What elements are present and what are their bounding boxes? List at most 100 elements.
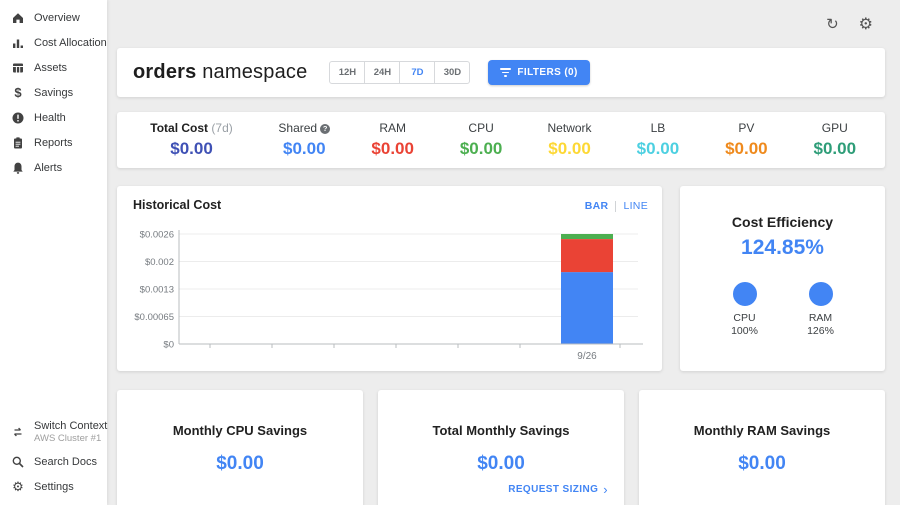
stat-network: Network $0.00 xyxy=(525,121,613,159)
sidebar-item-label: Health xyxy=(34,112,66,124)
bell-icon xyxy=(11,161,25,175)
stat-value: $0.00 xyxy=(614,139,702,159)
cpu-donut-label: CPU 100% xyxy=(716,312,774,338)
stat-label: Network xyxy=(525,121,613,135)
sidebar-item-label: Settings xyxy=(34,481,74,493)
sidebar-item-cost-allocation[interactable]: Cost Allocation xyxy=(0,30,107,55)
ram-donut-label: RAM 126% xyxy=(792,312,850,338)
gear-icon: ⚙ xyxy=(11,480,25,494)
bar-segment-red[interactable] xyxy=(561,239,613,272)
search-icon xyxy=(11,455,25,469)
page-title-bold: orders xyxy=(133,61,196,83)
stats-card: Total Cost (7d) $0.00 Shared? $0.00 RAM … xyxy=(117,112,885,168)
sidebar-item-health[interactable]: Health xyxy=(0,105,107,130)
chart-title: Historical Cost xyxy=(133,198,650,212)
filters-button-label: FILTERS (0) xyxy=(517,67,577,78)
savings-card-title: Monthly CPU Savings xyxy=(117,423,363,438)
stat-value: $0.00 xyxy=(348,139,436,159)
stat-label: Total Cost (7d) xyxy=(123,121,260,135)
monthly-ram-savings-card: Monthly RAM Savings $0.00 xyxy=(639,390,885,505)
sidebar-item-overview[interactable]: Overview xyxy=(0,5,107,30)
toggle-line[interactable]: LINE xyxy=(623,200,648,212)
stat-label: Shared? xyxy=(260,121,348,135)
toggle-divider xyxy=(615,201,616,212)
y-tick-label: $0.002 xyxy=(145,257,174,268)
y-tick-label: $0 xyxy=(163,340,174,351)
sidebar-item-assets[interactable]: Assets xyxy=(0,55,107,80)
cpu-donut: CPU 100% xyxy=(716,282,774,338)
sidebar-item-alerts[interactable]: Alerts xyxy=(0,155,107,180)
y-tick-label: $0.00065 xyxy=(134,312,174,323)
sidebar-item-switch-context[interactable]: Switch Context AWS Cluster #1 xyxy=(0,415,107,449)
main-content: ↻ ⚙ orders namespace 12H 24H 7D 30D FILT… xyxy=(107,0,900,505)
stat-value: $0.00 xyxy=(791,139,879,159)
sidebar-item-label: Savings xyxy=(34,87,73,99)
cluster-name: AWS Cluster #1 xyxy=(34,433,107,444)
ram-donut-ring xyxy=(809,282,833,306)
sidebar-item-savings[interactable]: $ Savings xyxy=(0,80,107,105)
savings-card-value: $0.00 xyxy=(117,453,363,475)
sidebar-footer: Switch Context AWS Cluster #1 Search Doc… xyxy=(0,415,107,505)
topbar: ↻ ⚙ xyxy=(117,0,885,48)
sidebar-item-label: Cost Allocation xyxy=(34,37,107,49)
efficiency-title: Cost Efficiency xyxy=(680,214,885,230)
stat-pv: PV $0.00 xyxy=(702,121,790,159)
sidebar-item-label: Assets xyxy=(34,62,67,74)
bar-chart-icon xyxy=(11,36,25,50)
sidebar-item-search-docs[interactable]: Search Docs xyxy=(0,449,107,474)
range-button-7d[interactable]: 7D xyxy=(399,61,435,84)
sidebar-item-label: Reports xyxy=(34,137,73,149)
stat-total-cost: Total Cost (7d) $0.00 xyxy=(123,121,260,159)
stat-value: $0.00 xyxy=(123,139,260,159)
clipboard-icon xyxy=(11,136,25,150)
ram-donut: RAM 126% xyxy=(792,282,850,338)
stat-label: PV xyxy=(702,121,790,135)
page-title: orders namespace xyxy=(133,61,307,84)
y-tick-label: $0.0026 xyxy=(140,230,174,241)
request-sizing-link[interactable]: REQUEST SIZING › xyxy=(508,484,608,495)
range-button-12h[interactable]: 12H xyxy=(329,61,365,84)
bar-segment-green[interactable] xyxy=(561,234,613,239)
range-button-30d[interactable]: 30D xyxy=(434,61,470,84)
savings-card-title: Total Monthly Savings xyxy=(378,423,624,438)
stat-cpu: CPU $0.00 xyxy=(437,121,525,159)
time-range-group: 12H 24H 7D 30D xyxy=(329,61,470,84)
stat-ram: RAM $0.00 xyxy=(348,121,436,159)
switch-context-label: Switch Context xyxy=(34,420,107,432)
monthly-cpu-savings-card: Monthly CPU Savings $0.00 xyxy=(117,390,363,505)
savings-card-value: $0.00 xyxy=(378,453,624,475)
refresh-icon[interactable]: ↻ xyxy=(826,17,839,32)
stat-label: LB xyxy=(614,121,702,135)
toggle-bar[interactable]: BAR xyxy=(585,200,609,212)
assets-grid-icon xyxy=(11,61,25,75)
stat-shared: Shared? $0.00 xyxy=(260,121,348,159)
stat-label: GPU xyxy=(791,121,879,135)
bar-segment-blue[interactable] xyxy=(561,272,613,344)
sidebar-item-label: Search Docs xyxy=(34,456,97,468)
historical-cost-card: Historical Cost BAR LINE xyxy=(117,186,662,371)
cpu-donut-ring xyxy=(733,282,757,306)
efficiency-donuts: CPU 100% RAM 126% xyxy=(680,282,885,338)
stat-label: CPU xyxy=(437,121,525,135)
historical-cost-chart: $0.0026 $0.002 $0.0013 $0.00065 $0 9/26 xyxy=(133,218,650,365)
stat-suffix: (7d) xyxy=(211,121,232,135)
stat-value: $0.00 xyxy=(702,139,790,159)
sidebar-item-settings[interactable]: ⚙ Settings xyxy=(0,474,107,499)
stat-label: RAM xyxy=(348,121,436,135)
home-icon xyxy=(11,11,25,25)
stat-gpu: GPU $0.00 xyxy=(791,121,879,159)
swap-arrows-icon xyxy=(11,425,25,439)
stat-value: $0.00 xyxy=(525,139,613,159)
y-tick-label: $0.0013 xyxy=(140,285,174,296)
sidebar-item-reports[interactable]: Reports xyxy=(0,130,107,155)
filters-button[interactable]: FILTERS (0) xyxy=(488,60,589,85)
filter-icon xyxy=(500,68,511,77)
page-title-rest: namespace xyxy=(202,61,307,83)
chevron-right-icon: › xyxy=(603,485,608,495)
range-button-24h[interactable]: 24H xyxy=(364,61,400,84)
alert-circle-icon xyxy=(11,111,25,125)
info-icon[interactable]: ? xyxy=(320,124,330,134)
sidebar: Overview Cost Allocation Assets $ Saving… xyxy=(0,0,107,505)
gear-icon[interactable]: ⚙ xyxy=(859,17,873,32)
total-monthly-savings-card: Total Monthly Savings $0.00 REQUEST SIZI… xyxy=(378,390,624,505)
